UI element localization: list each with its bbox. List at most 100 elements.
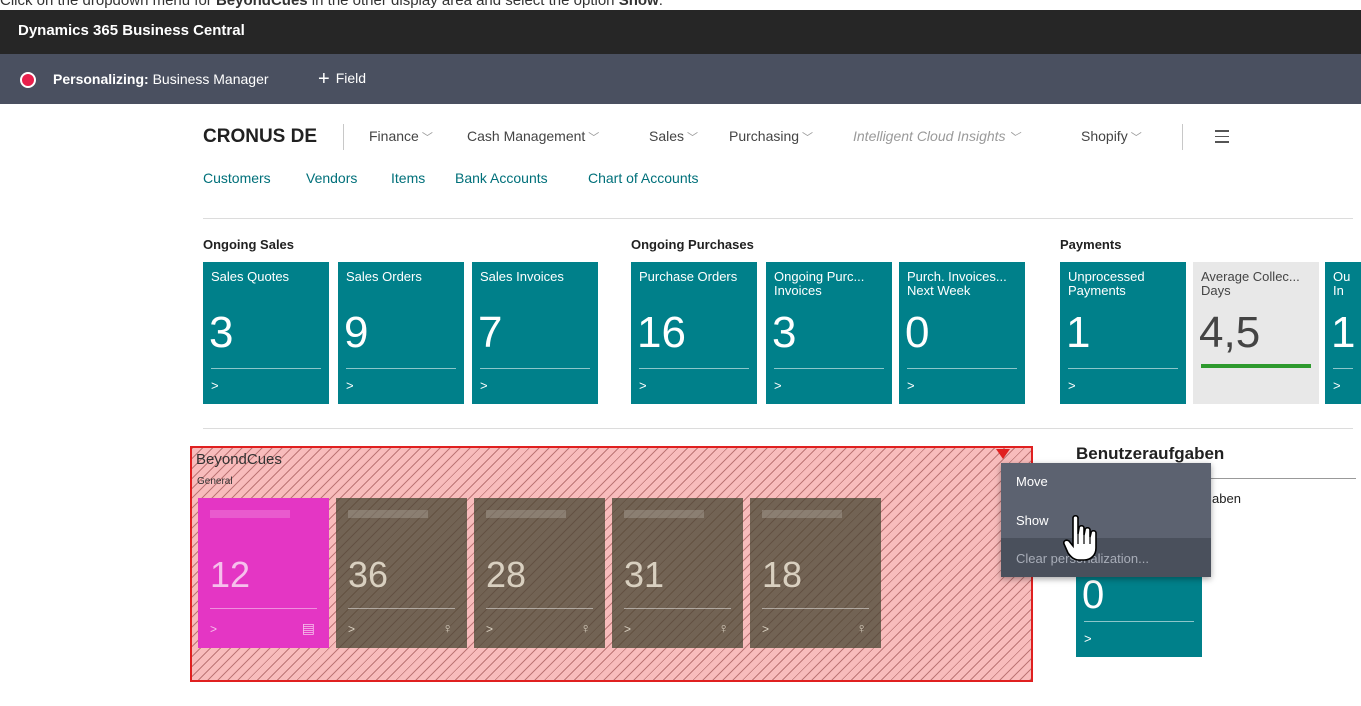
menu-sales[interactable]: Sales ﹀ xyxy=(649,128,698,145)
tile-label-placeholder xyxy=(210,510,290,518)
menu-item-move[interactable]: Move xyxy=(1016,474,1048,489)
beyond-cue-tile[interactable]: 36 > ♀ xyxy=(336,498,467,648)
tile-label: Sales Orders xyxy=(346,269,422,284)
chevron-right-icon: > xyxy=(1068,378,1076,393)
chevron-down-icon: ﹀ xyxy=(421,132,433,144)
tile-value: 1 xyxy=(1066,308,1091,357)
tile-divider xyxy=(1333,368,1353,369)
cue-tile-sales-orders[interactable]: Sales Orders 9 > xyxy=(338,262,464,404)
chevron-right-icon: > xyxy=(624,622,632,636)
menu-item-show[interactable]: Show xyxy=(1016,513,1049,528)
tile-divider xyxy=(639,368,749,369)
cue-tile-average-collection-days[interactable]: Average Collec... Days 4,5 xyxy=(1193,262,1319,404)
tile-divider xyxy=(762,608,869,609)
menu-shopify[interactable]: Shopify ﹀ xyxy=(1081,128,1142,145)
link-vendors[interactable]: Vendors xyxy=(306,170,357,186)
chevron-down-icon: ﹀ xyxy=(588,132,600,144)
hamburger-menu-icon[interactable] xyxy=(1215,130,1229,147)
tile-label-placeholder xyxy=(624,510,704,518)
tile-divider xyxy=(907,368,1017,369)
chevron-down-icon: ﹀ xyxy=(1130,132,1142,144)
tile-value: 31 xyxy=(624,554,665,595)
tile-value: 1 xyxy=(1331,308,1356,357)
tile-value: 0 xyxy=(905,308,930,357)
chevron-right-icon: > xyxy=(210,622,218,636)
chevron-right-icon: > xyxy=(1084,631,1092,646)
app-title: Dynamics 365 Business Central xyxy=(18,22,245,39)
part-subtitle: General xyxy=(197,476,233,487)
instruction-caption: Click on the dropdown menu for BeyondCue… xyxy=(0,0,663,9)
hand-pointer-icon xyxy=(1063,514,1097,567)
beyond-cue-tile[interactable]: 31 > ♀ xyxy=(612,498,743,648)
link-bank-accounts[interactable]: Bank Accounts xyxy=(455,170,548,186)
tile-divider xyxy=(211,368,321,369)
cue-tile-purchase-orders[interactable]: Purchase Orders 16 > xyxy=(631,262,757,404)
menu-purchasing[interactable]: Purchasing ﹀ xyxy=(729,128,813,145)
tile-label: Average Collec... Days xyxy=(1201,269,1300,298)
part-context-menu: Move Show Clear personalization... xyxy=(1001,463,1211,577)
menu-finance[interactable]: Finance ﹀ xyxy=(369,128,433,145)
tile-value: 9 xyxy=(344,308,369,357)
chevron-right-icon: > xyxy=(639,378,647,393)
tile-divider xyxy=(348,608,455,609)
add-field-button[interactable]: + Field xyxy=(318,68,366,91)
beyondcues-part[interactable]: BeyondCues General 12 > ▤ 36 > ♀ 28 > ♀ … xyxy=(190,446,1033,682)
beyond-cue-tile[interactable]: 12 > ▤ xyxy=(198,498,329,648)
tile-value: 36 xyxy=(348,554,389,595)
chevron-right-icon: > xyxy=(348,622,356,636)
tile-divider xyxy=(346,368,456,369)
personalization-bar: Personalizing: Business Manager + Field xyxy=(0,54,1361,104)
cue-tile-purch-invoices-next-week[interactable]: Purch. Invoices... Next Week 0 > xyxy=(899,262,1025,404)
link-chart-of-accounts[interactable]: Chart of Accounts xyxy=(588,170,699,186)
section-divider xyxy=(203,218,1353,219)
company-name[interactable]: CRONUS DE xyxy=(203,126,317,148)
part-dropdown-arrow-icon[interactable] xyxy=(996,449,1010,459)
cue-tile-ongoing-purchase-invoices[interactable]: Ongoing Purc... Invoices 3 > xyxy=(766,262,892,404)
cue-tile-sales-quotes[interactable]: Sales Quotes 3 > xyxy=(203,262,329,404)
menu-item-clear-personalization[interactable]: Clear personalization... xyxy=(1001,538,1211,577)
cue-tile-unprocessed-payments[interactable]: Unprocessed Payments 1 > xyxy=(1060,262,1186,404)
chevron-right-icon: > xyxy=(486,622,494,636)
personalizing-label: Personalizing: Business Manager xyxy=(53,71,269,87)
tile-label: Purch. Invoices... Next Week xyxy=(907,269,1007,298)
tile-divider xyxy=(1084,621,1194,622)
tile-label: Purchase Orders xyxy=(639,269,738,284)
plus-icon: + xyxy=(318,68,330,90)
nav-divider xyxy=(1182,124,1183,150)
link-items[interactable]: Items xyxy=(391,170,425,186)
beyond-cue-tile[interactable]: 28 > ♀ xyxy=(474,498,605,648)
menu-cash-management[interactable]: Cash Management ﹀ xyxy=(467,128,599,145)
chevron-right-icon: > xyxy=(907,378,915,393)
chevron-down-icon: ﹀ xyxy=(1008,132,1020,144)
tile-label: Unprocessed Payments xyxy=(1068,269,1145,298)
group-title-payments: Payments xyxy=(1060,237,1122,252)
tile-value: 18 xyxy=(762,554,803,595)
app-bar: Dynamics 365 Business Central xyxy=(0,10,1361,54)
tile-value: 7 xyxy=(478,308,503,357)
chevron-right-icon: > xyxy=(480,378,488,393)
tile-divider xyxy=(210,608,317,609)
tile-label: Sales Invoices xyxy=(480,269,564,284)
cue-tile-outstanding-invoices[interactable]: Ou In 1 > xyxy=(1325,262,1361,404)
tile-divider xyxy=(486,608,593,609)
menu-intelligent-cloud-insights[interactable]: Intelligent Cloud Insights ﹀ xyxy=(853,128,1020,145)
person-icon: ♀ xyxy=(442,620,454,636)
chevron-down-icon: ﹀ xyxy=(802,132,814,144)
tile-label: Sales Quotes xyxy=(211,269,290,284)
chevron-down-icon: ﹀ xyxy=(687,132,699,144)
person-icon: ♀ xyxy=(718,620,730,636)
nav-divider xyxy=(343,124,344,150)
cue-tile-sales-invoices[interactable]: Sales Invoices 7 > xyxy=(472,262,598,404)
tile-indicator-bar xyxy=(1201,364,1311,368)
tile-label: Ongoing Purc... Invoices xyxy=(774,269,865,298)
user-tasks-title: Benutzeraufgaben xyxy=(1076,444,1225,463)
beyond-cue-tile[interactable]: 18 > ♀ xyxy=(750,498,881,648)
link-customers[interactable]: Customers xyxy=(203,170,271,186)
user-tasks-group-label: aben xyxy=(1212,491,1241,506)
group-title-ongoing-sales: Ongoing Sales xyxy=(203,237,295,252)
document-icon: ▤ xyxy=(301,620,315,636)
part-title: BeyondCues xyxy=(196,451,282,468)
tile-label: Ou In xyxy=(1333,269,1351,298)
section-divider xyxy=(203,428,1353,429)
tile-divider xyxy=(774,368,884,369)
